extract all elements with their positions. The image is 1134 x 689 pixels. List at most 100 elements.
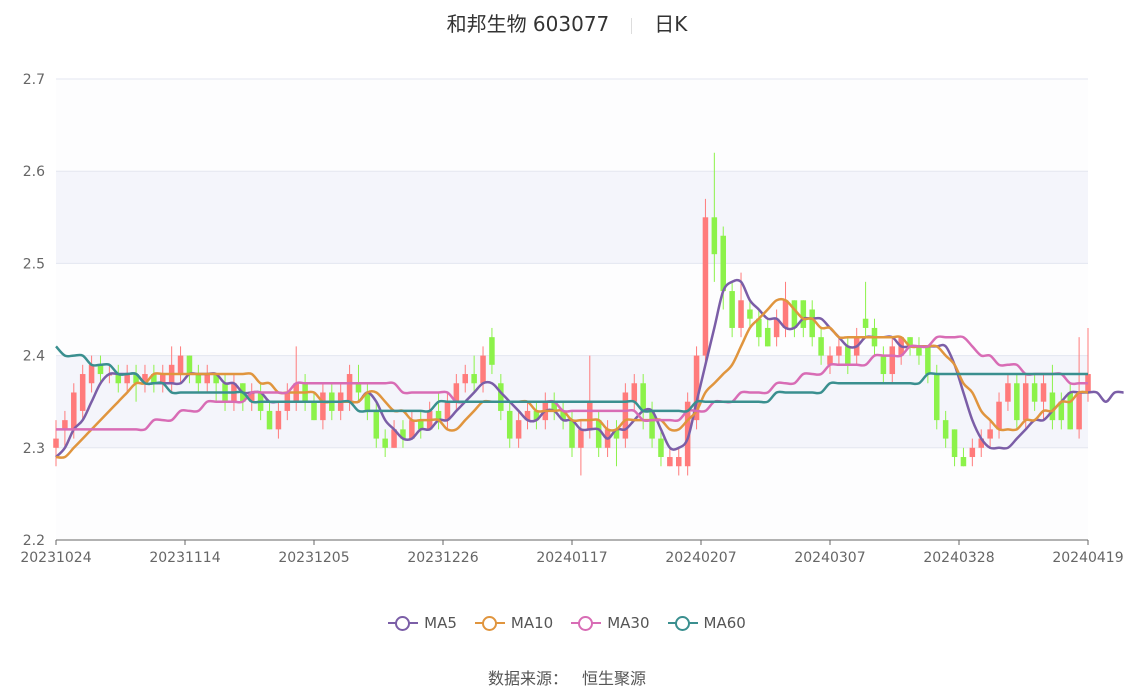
ma5-legend-marker [395,616,411,631]
y-tick-label: 2.4 [23,349,45,365]
candle-body [62,420,68,430]
candle-body [942,420,949,439]
x-tick-label: 20240328 [923,550,994,566]
candle-body [346,374,353,402]
candle-body [960,457,967,467]
candle-body [622,392,629,439]
chart-root: 和邦生物 603077 日K 2.2 2.3 2.4 2.5 2.6 2.7 20231024… [0,0,1134,689]
candle-body [676,457,682,467]
candle-body [506,410,513,439]
candle-body [640,383,646,411]
candle-body [186,355,193,375]
candle-body [71,392,77,430]
candle-body [569,420,575,448]
ma30-legend-marker [578,616,594,631]
ma5-legend-icon [388,615,419,631]
x-tick-label: 20240117 [536,550,607,566]
candle-body [382,438,388,448]
candle-body [747,309,753,319]
y-tick-label: 2.5 [23,256,45,272]
candle-body [471,374,477,384]
ma30-legend-icon [571,615,602,631]
x-tick-label: 20231114 [149,550,220,566]
x-tick-label: 20231205 [278,550,349,566]
candle-body [195,374,202,384]
candle-body [702,217,709,356]
candle-body [53,438,59,448]
candle-body [462,374,468,384]
legend: MA5 MA10 MA30 MA60 [0,614,1134,632]
legend-item-ma10[interactable]: MA10 [474,614,554,632]
grid-band [56,171,1088,264]
legend-item-ma60[interactable]: MA60 [667,614,746,632]
ma60-legend-marker [674,616,690,631]
candle-body [595,420,602,448]
candle-body [373,410,380,439]
candle-body [266,410,273,430]
grid-band [56,447,1088,540]
candle-body [1031,383,1038,402]
x-tick-label: 20240419 [1052,550,1123,566]
y-tick-label: 2.2 [23,533,45,549]
candle-body [1014,383,1020,421]
legend-item-ma30[interactable]: MA30 [571,614,650,632]
legend-label-ma30: MA30 [607,614,650,632]
x-tick-label: 20231024 [20,550,91,566]
candle-body [809,309,815,338]
candle-body [587,401,593,430]
candle-body [1040,383,1047,402]
candle-body [845,346,851,365]
candle-body [480,355,486,384]
candle-body [1005,383,1011,402]
legend-label-ma5: MA5 [424,614,457,632]
y-tick-label: 2.6 [23,164,45,180]
ma10-legend-icon [474,615,505,631]
candle-body [934,374,940,421]
candle-body [667,457,673,467]
y-tick-label: 2.3 [23,441,45,457]
candle-body [880,355,887,375]
x-tick-label: 20231226 [407,550,478,566]
candle-body [515,420,522,439]
x-tick-label: 20240207 [665,550,736,566]
legend-item-ma5[interactable]: MA5 [388,614,457,632]
candle-body [791,300,798,328]
x-tick-label: 20240307 [794,550,865,566]
candle-body [498,383,504,411]
legend-label-ma60: MA60 [703,614,746,632]
candle-body [1022,383,1029,421]
legend-label-ma10: MA10 [510,614,554,632]
candle-body [88,364,95,384]
candle-body [818,337,824,356]
candle-body [720,235,726,292]
source-label: 数据来源： [487,669,568,688]
ma10-legend-marker [481,616,497,631]
candle-body [925,346,931,375]
candle-body [1067,392,1073,430]
candle-body [275,410,282,430]
candle-body [79,374,86,411]
candle-body [764,327,771,347]
candle-body [889,346,896,375]
candle-body [862,318,869,328]
candle-body [738,300,744,328]
candle-body [836,346,842,356]
y-tick-label: 2.7 [23,72,45,88]
candle-body [1049,392,1056,421]
candle-body [658,438,664,458]
candle-body [987,429,993,439]
candle-body [631,383,638,402]
kline-plot: 2.2 2.3 2.4 2.5 2.6 2.7 20231024 20231114 202312… [20,72,1124,566]
candle-body [729,291,735,328]
candle-body [996,401,1002,430]
candle-body [355,383,362,393]
candle-body [177,355,184,375]
candle-body [578,429,584,448]
candle-body [782,300,789,328]
candle-body [311,401,317,421]
candle-body [969,447,976,458]
source-value: 恒生聚源 [582,669,647,688]
candle-body [320,392,326,421]
data-source: 数据来源： 恒生聚源 [0,665,1134,689]
candle-body [711,217,718,255]
